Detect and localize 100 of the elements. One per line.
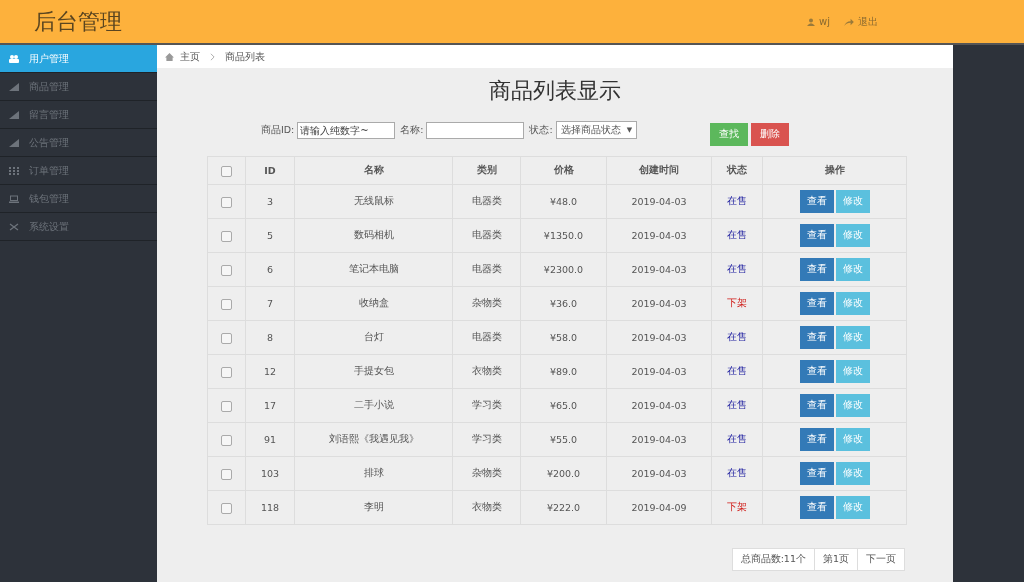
row-checkbox[interactable]: [221, 196, 232, 208]
row-checkbox[interactable]: [221, 502, 232, 514]
view-button[interactable]: 查看: [799, 326, 834, 349]
status-label: 在售: [727, 195, 747, 206]
table-cell: 2019-04-03: [606, 388, 712, 423]
row-checkbox[interactable]: [221, 332, 232, 344]
table-cell: 118: [245, 490, 295, 525]
row-checkbox[interactable]: [221, 366, 232, 378]
table-cell: 排球: [294, 456, 453, 491]
table-cell: 电器类: [452, 252, 521, 287]
status-label: 在售: [727, 229, 747, 240]
table-cell: 2019-04-03: [606, 456, 712, 491]
delete-button[interactable]: 删除: [751, 123, 790, 146]
table-cell: 7: [245, 286, 295, 321]
edit-button[interactable]: 修改: [835, 428, 870, 451]
table-cell: 8: [245, 320, 295, 355]
edit-button[interactable]: 修改: [835, 292, 870, 315]
table-cell: 2019-04-03: [606, 184, 712, 219]
table-cell: 91: [245, 422, 295, 457]
search-button[interactable]: 查找: [710, 123, 749, 146]
row-checkbox[interactable]: [221, 434, 232, 446]
table-cell: 电器类: [452, 218, 521, 253]
edit-button[interactable]: 修改: [835, 258, 870, 281]
total-count: 总商品数:11个: [731, 548, 815, 571]
share-arrow-icon: [844, 17, 854, 26]
status-label: 在售: [727, 399, 747, 410]
table-cell: 2019-04-09: [606, 490, 712, 525]
table-cell: 17: [245, 388, 295, 423]
users-icon: [9, 54, 19, 63]
field-label: 商品ID:: [260, 123, 295, 137]
row-checkbox[interactable]: [221, 264, 232, 276]
status-label: 在售: [727, 433, 747, 444]
field-label: 状态:: [529, 123, 553, 137]
home-icon: [165, 52, 174, 61]
app-title: 后台管理: [34, 7, 122, 36]
table-cell: 103: [245, 456, 295, 491]
edit-button[interactable]: 修改: [835, 496, 870, 519]
table-cell: 杂物类: [452, 286, 521, 321]
row-checkbox[interactable]: [221, 400, 232, 412]
row-checkbox[interactable]: [221, 298, 232, 310]
column-header: 类别: [452, 156, 521, 185]
status-label: 下架: [727, 297, 747, 308]
table-cell: 电器类: [452, 184, 521, 219]
signal-bars-icon: [9, 138, 19, 147]
sidebar-item[interactable]: 用户管理: [0, 45, 157, 73]
table-cell: ¥222.0: [520, 490, 607, 525]
table-cell: ¥2300.0: [520, 252, 607, 287]
view-button[interactable]: 查看: [799, 258, 834, 281]
status-label: 在售: [727, 331, 747, 342]
edit-button[interactable]: 修改: [835, 326, 870, 349]
view-button[interactable]: 查看: [799, 292, 834, 315]
table-cell: 手提女包: [294, 354, 453, 389]
edit-button[interactable]: 修改: [835, 190, 870, 213]
status-label: 在售: [727, 467, 747, 478]
page-title: 商品列表显示: [489, 77, 621, 105]
breadcrumb-link[interactable]: 主页: [180, 49, 200, 64]
table-cell: 学习类: [452, 422, 521, 457]
table-cell: 无线鼠标: [294, 184, 453, 219]
table-cell: 笔记本电脑: [294, 252, 453, 287]
table-cell: 2019-04-03: [606, 286, 712, 321]
view-button[interactable]: 查看: [799, 394, 834, 417]
table-cell: ¥65.0: [520, 388, 607, 423]
view-button[interactable]: 查看: [799, 190, 834, 213]
table-cell: 李明: [294, 490, 453, 525]
row-checkbox[interactable]: [221, 230, 232, 242]
select-all-checkbox[interactable]: [221, 165, 232, 177]
edit-button[interactable]: 修改: [835, 462, 870, 485]
grid-icon: [9, 166, 19, 175]
view-button[interactable]: 查看: [799, 496, 834, 519]
table-cell: ¥55.0: [520, 422, 607, 457]
page-link[interactable]: 下一页: [857, 548, 905, 571]
edit-button[interactable]: 修改: [835, 224, 870, 247]
view-button[interactable]: 查看: [799, 428, 834, 451]
edit-button[interactable]: 修改: [835, 360, 870, 383]
table-cell: ¥58.0: [520, 320, 607, 355]
view-button[interactable]: 查看: [799, 462, 834, 485]
table-cell: 台灯: [294, 320, 453, 355]
logout-link[interactable]: 退出: [858, 14, 878, 29]
name-input-field[interactable]: [426, 121, 525, 139]
user-icon: [807, 17, 816, 26]
id-input-field[interactable]: 请输入纯数字~: [297, 121, 396, 139]
table-cell: 收纳盒: [294, 286, 453, 321]
column-header: ID: [245, 156, 295, 185]
table-cell: ¥89.0: [520, 354, 607, 389]
table-cell: ¥1350.0: [520, 218, 607, 253]
page-link[interactable]: 第1页: [813, 548, 858, 571]
edit-button[interactable]: 修改: [835, 394, 870, 417]
table-cell: 杂物类: [452, 456, 521, 491]
table-cell: 衣物类: [452, 354, 521, 389]
table-cell: 5: [245, 218, 295, 253]
view-button[interactable]: 查看: [799, 360, 834, 383]
breadcrumb-link[interactable]: 商品列表: [225, 49, 265, 64]
view-button[interactable]: 查看: [799, 224, 834, 247]
table-cell: 电器类: [452, 320, 521, 355]
table-cell: 衣物类: [452, 490, 521, 525]
table-cell: 12: [245, 354, 295, 389]
table-cell: 2019-04-03: [606, 320, 712, 355]
signal-bars-icon: [9, 110, 19, 119]
row-checkbox[interactable]: [221, 468, 232, 480]
table-cell: 3: [245, 184, 295, 219]
